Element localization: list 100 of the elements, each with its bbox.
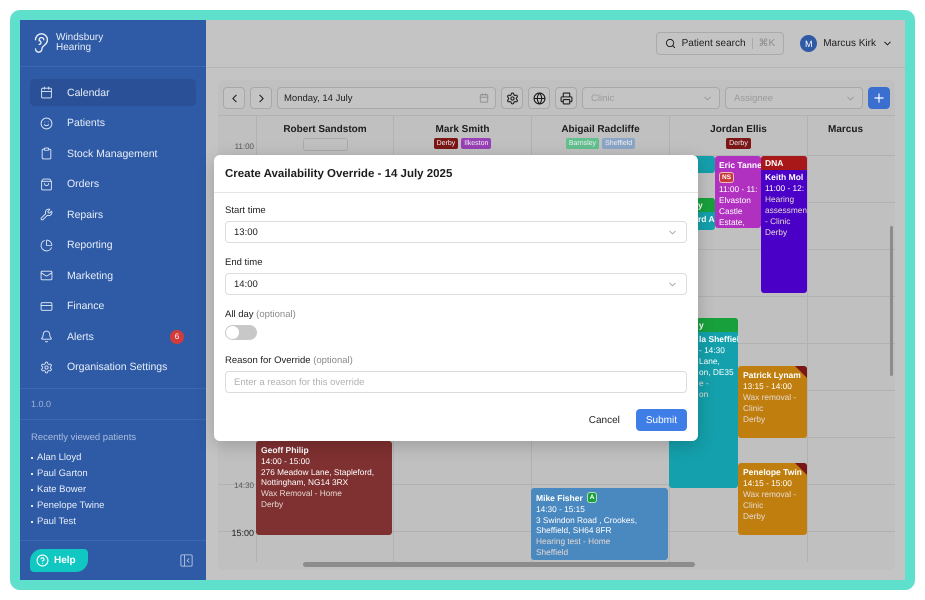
calendar-icon [479,93,489,103]
scrollbar[interactable] [890,226,893,376]
appointment-detail: Derby [261,499,284,509]
field-label: All day (optional) [225,309,297,320]
settings-icon [506,92,518,104]
section-title: Recently viewed patients [31,432,138,444]
nav-item[interactable]: Calendar [30,79,196,106]
appointment-detail: Sheffield [536,547,570,557]
nav-item[interactable]: Reporting [30,232,196,258]
scrollbar[interactable] [303,562,695,567]
dialog-title: Create Availability Override - 14 July 2025 [214,155,698,193]
globe-icon [532,92,546,104]
nav-icon [40,330,53,344]
recent-patient-link[interactable]: Penelope Twine [31,499,195,512]
patient-name: Keith Mol [765,172,804,182]
printer-icon [560,92,572,104]
nav-icon [40,300,53,313]
field-label: Start time [225,205,267,216]
nav-item[interactable]: Finance [30,292,196,320]
column-header: Robert Sandstom [283,124,367,135]
appointment-detail: e - [699,378,710,388]
settings-button[interactable] [501,87,523,109]
patient-name: Mike Fisher [536,492,583,502]
patient-name: Patrick Lynam [743,370,801,380]
column-header: Jordan Ellis [710,124,767,135]
nav-icon [40,208,53,222]
appointment-detail: Elvaston [719,195,752,205]
plus-icon [872,91,886,105]
nav-icon [40,269,53,282]
appointment-detail: 11:00 - 12: [765,183,804,193]
column-header: Mark Smith [436,124,490,135]
nav-icon [40,178,53,191]
appointment-card[interactable]: Patrick Lynam 13:15 - 14:00 Wax removal - Clinic Derby [738,366,807,438]
nav-icon [40,238,53,252]
appointment-detail: 11:00 - 11: [719,184,758,194]
nav-item[interactable]: Alerts 6 [30,323,196,350]
recent-patient-link[interactable]: Paul Garton [31,467,195,480]
appointment-detail: assessmen [765,205,804,215]
recent-patient-link[interactable]: Paul Test [31,515,195,528]
nav-item[interactable]: Patients [30,110,196,136]
time-label: 15:00 [230,528,254,538]
appointment-detail: Hearing test - Home [536,536,612,546]
nav-icon [40,86,53,100]
patient-search-button[interactable]: Patient search ⌘K [656,32,784,55]
appointment-detail: Castle [719,206,744,216]
appointment-detail: 3 Swindon Road , Crookes, Sheffield, SH64 8FR [536,515,638,535]
time-label: 11:00 [234,142,254,151]
appointment-detail: Derby [743,511,766,521]
next-button[interactable] [250,87,272,109]
print-button[interactable] [555,87,577,109]
date-field[interactable]: Monday, 14 July [277,87,496,109]
nav-icon [40,360,53,374]
brand-name: Windsbury Hearing [56,33,104,54]
appointment-detail: 14:00 - 15:00 [261,456,311,466]
help-icon [36,554,49,568]
all-day-toggle[interactable] [225,325,257,340]
appointment-card[interactable]: Geoff Philip 14:00 - 15:00 276 Meadow Lane, Stapleford, Nottingham, NG14 3RX Wax Removal - Home Derby [256,441,392,535]
patient-name: rd A [698,214,715,224]
appointment-detail: Hearing [765,194,796,204]
appointment-detail: Wax Removal - Home [261,488,343,498]
appointment-detail: Derby [765,227,788,237]
globe-button[interactable] [528,87,550,109]
nav-item[interactable]: Organisation Settings [30,354,196,380]
field-label: End time [225,257,264,268]
add-button[interactable] [868,87,890,109]
end-time-select[interactable]: 14:00 [225,273,687,295]
nav-icon [40,116,53,130]
appointment-detail: Clinic [743,403,764,413]
nav-item[interactable]: Repairs [30,201,196,228]
appointment-detail: - Clinic [765,216,792,226]
collapse-sidebar-icon[interactable] [179,553,194,568]
recent-patient-link[interactable]: Alan Lloyd [31,451,195,464]
appointment-card[interactable]: Penelope Twin 14:15 - 15:00 Wax removal - Clinic Derby [738,463,807,535]
submit-button[interactable]: Submit [636,409,687,431]
cancel-button[interactable]: Cancel [578,409,630,431]
column-header: Abigail Radcliffe [561,124,640,135]
appointment-detail: 276 Meadow Lane, Stapleford, Nottingham, NG14 3RX [261,467,376,487]
start-time-select[interactable]: 13:00 [225,221,687,243]
nav-item[interactable]: Stock Management [30,140,196,167]
nav-icon [40,147,53,160]
appointment-card[interactable]: DNA Keith Mol 11:00 - 12: Hearing assessmen - Clinic Derby [761,156,807,293]
appointment-detail: on, DE35 [699,367,735,377]
reason-input[interactable]: Enter a reason for this override [225,371,687,393]
status-banner: DNA [761,156,807,170]
column-header: Marcus [828,124,863,135]
patient-name: Geoff Philip [261,445,309,455]
recent-patient-link[interactable]: Kate Bower [31,483,195,496]
appointment-detail: Estate, [719,217,746,227]
field-label: Reason for Override (optional) [225,355,354,366]
previous-button[interactable] [223,87,245,109]
nav-item[interactable]: Orders [30,170,196,198]
appointment-detail: - 14:30 [699,345,726,355]
nav-item[interactable]: Marketing [30,262,196,289]
appointment-detail: 14:15 - 15:00 [743,478,793,488]
user-menu[interactable]: M Marcus Kirk [800,35,893,52]
time-label: 14:30 [232,481,254,490]
appointment-detail: Wax removal - [743,392,798,402]
count-badge: 6 [170,330,184,344]
appointment-detail: Lane, [699,356,721,366]
appointment-detail: on [699,389,710,399]
